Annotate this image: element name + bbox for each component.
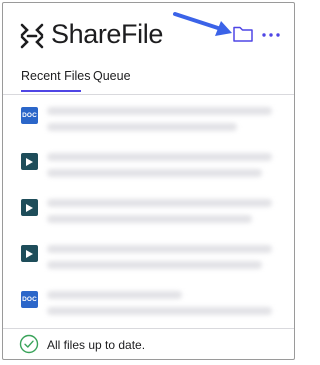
sharefile-logo-icon [20, 23, 44, 49]
tab-queue[interactable]: Queue [93, 69, 131, 83]
tab-recent-files[interactable]: Recent Files [21, 69, 90, 83]
play-video-icon [21, 199, 38, 216]
selected-tab-indicator [21, 90, 81, 92]
blurred-file-details [47, 215, 252, 223]
list-item[interactable]: DOC [3, 99, 294, 143]
footer-divider [3, 328, 294, 329]
folder-button[interactable] [230, 23, 256, 45]
blurred-file-name [47, 107, 272, 115]
play-video-icon [21, 245, 38, 262]
list-item[interactable] [3, 145, 294, 189]
blurred-file-name [47, 153, 272, 161]
divider [3, 94, 294, 95]
sharefile-panel: ShareFile Recent Files Queue DOC DOC All… [2, 2, 295, 360]
more-options-icon [262, 33, 280, 37]
doc-file-icon: DOC [21, 107, 38, 124]
recent-files-list: DOC DOC [3, 99, 294, 327]
list-item[interactable] [3, 237, 294, 281]
blurred-file-details [47, 169, 262, 177]
list-item[interactable]: DOC [3, 283, 294, 327]
annotation-arrow [173, 12, 232, 36]
list-item[interactable] [3, 191, 294, 235]
play-video-icon [21, 153, 38, 170]
folder-icon [233, 26, 253, 42]
blurred-file-name [47, 245, 272, 253]
blurred-file-name [47, 199, 272, 207]
check-circle-icon [19, 334, 39, 354]
tab-bar: Recent Files Queue [3, 69, 294, 95]
header: ShareFile [3, 3, 294, 63]
blurred-file-details [47, 307, 272, 315]
blurred-file-name [47, 291, 182, 299]
blurred-file-details [47, 123, 237, 131]
doc-file-icon: DOC [21, 291, 38, 308]
brand-name: ShareFile [51, 19, 163, 49]
more-options-button[interactable] [259, 23, 285, 45]
status-text: All files up to date. [47, 338, 146, 352]
blurred-file-details [47, 261, 262, 269]
